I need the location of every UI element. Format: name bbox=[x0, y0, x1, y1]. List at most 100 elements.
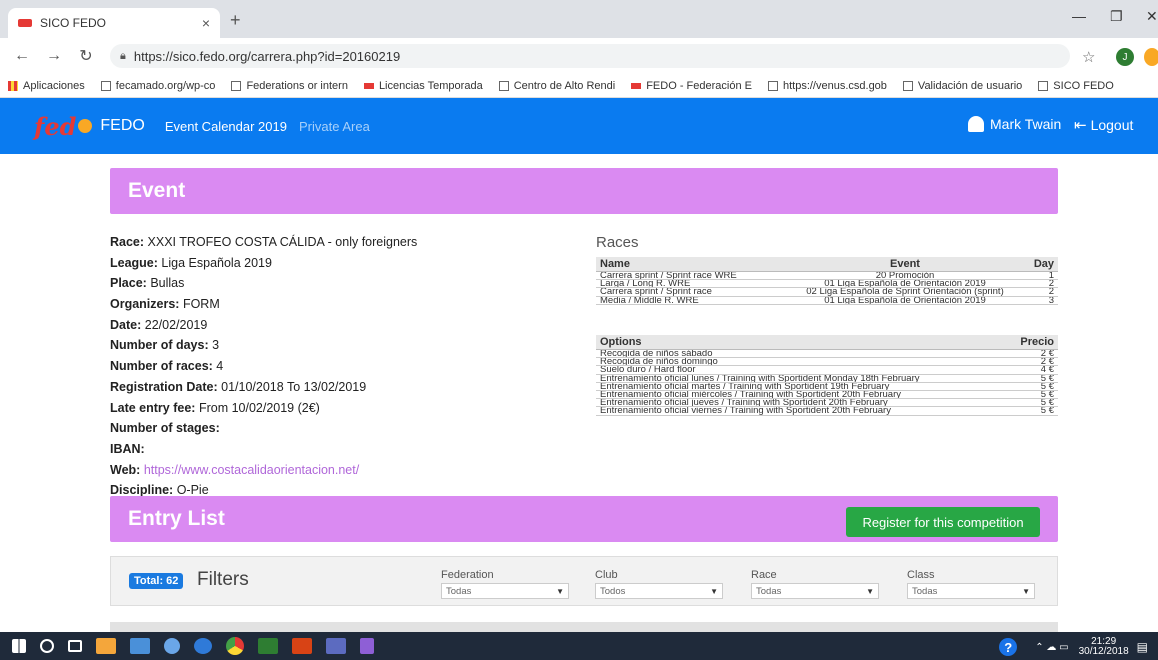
detail-value: 01/10/2018 To 13/02/2019 bbox=[221, 379, 367, 394]
register-button[interactable]: Register for this competition bbox=[846, 507, 1040, 537]
filters-bar: Total: 62 Filters Federation Todas ▼ Club… bbox=[110, 556, 1058, 606]
powerpoint-icon[interactable] bbox=[292, 638, 312, 654]
brand-link[interactable]: FEDO bbox=[100, 117, 144, 135]
detail-value: 3 bbox=[212, 338, 220, 353]
detail-row: Web: https://www.costacalidaorientacion.… bbox=[110, 462, 360, 477]
bookmark-item[interactable]: SICO FEDO bbox=[1030, 80, 1122, 92]
page-icon bbox=[767, 80, 778, 91]
filter-federation: Federation Todas ▼ bbox=[441, 569, 569, 599]
class-select[interactable]: Todas ▼ bbox=[907, 583, 1035, 599]
clock[interactable]: 21:29 30/12/2018 bbox=[1079, 637, 1129, 657]
search-icon[interactable] bbox=[40, 639, 54, 653]
bookmark-item[interactable]: Centro de Alto Rendi bbox=[491, 80, 624, 92]
tray-icons[interactable]: ⌃ ☁ ▭ bbox=[1035, 642, 1068, 653]
logout-link[interactable]: ⇤ Logout bbox=[1074, 116, 1133, 134]
detail-value: Liga Española 2019 bbox=[161, 255, 272, 270]
bookmark-apps[interactable]: Aplicaciones bbox=[0, 80, 93, 92]
bookmark-item[interactable]: https://venus.csd.gob bbox=[760, 80, 895, 92]
close-tab-icon[interactable]: × bbox=[202, 15, 210, 31]
store-icon[interactable] bbox=[130, 638, 150, 654]
notifications-icon[interactable]: ▤ bbox=[1137, 640, 1148, 654]
bookmark-item[interactable]: Federations or intern bbox=[223, 80, 356, 92]
bookmark-item[interactable]: Validación de usuario bbox=[895, 80, 1030, 92]
excel-icon[interactable] bbox=[258, 638, 278, 654]
address-bar[interactable]: 🔒︎ https://sico.fedo.org/carrera.php?id=… bbox=[110, 44, 1070, 68]
system-tray: ? ⌃ ☁ ▭ 21:29 30/12/2018 ▤ bbox=[999, 637, 1148, 657]
fedo-logo[interactable]: fed bbox=[34, 112, 93, 141]
apps-grid-icon bbox=[8, 80, 18, 91]
new-tab-icon[interactable]: + bbox=[230, 10, 241, 31]
chrome-icon[interactable] bbox=[226, 637, 244, 655]
bookmark-item[interactable]: FEDO - Federación E bbox=[623, 80, 760, 92]
detail-row: Registration Date: 01/10/2018 To 13/02/2… bbox=[110, 379, 367, 394]
file-explorer-icon[interactable] bbox=[96, 638, 116, 654]
back-icon[interactable]: ← bbox=[12, 47, 32, 65]
fedo-icon bbox=[631, 82, 642, 89]
races-title: Races bbox=[596, 234, 639, 251]
url-text: https://sico.fedo.org/carrera.php?id=201… bbox=[133, 48, 401, 64]
entry-table-header bbox=[110, 622, 1058, 632]
site-header: fed FEDO Event Calendar 2019 Private Are… bbox=[0, 98, 1158, 154]
table-row: Suelo duro / Hard floor 4 € bbox=[596, 366, 1058, 375]
bookmark-star-icon[interactable]: ☆ bbox=[1082, 48, 1095, 66]
fedo-favicon-icon bbox=[18, 19, 32, 27]
help-icon[interactable]: ? bbox=[999, 638, 1018, 656]
browser-tab[interactable]: SICO FEDO × bbox=[8, 8, 220, 38]
windows-taskbar: ? ⌃ ☁ ▭ 21:29 30/12/2018 ▤ bbox=[0, 632, 1158, 660]
bookmarks-bar: Aplicaciones fecamado.org/wp-co Federati… bbox=[0, 74, 1158, 98]
minimize-icon[interactable]: — bbox=[1072, 8, 1086, 24]
profile-avatar[interactable]: J bbox=[1116, 48, 1134, 66]
table-row: Media / Middle R. WRE 01 Liga Española de… bbox=[596, 297, 1058, 305]
logout-icon: ⇤ bbox=[1074, 117, 1087, 134]
races-table-header: Name Event Day bbox=[596, 257, 1058, 272]
bookmark-item[interactable]: Licencias Temporada bbox=[356, 80, 491, 92]
logo-dot-icon bbox=[78, 119, 93, 133]
detail-row: Number of days: 3 bbox=[110, 338, 220, 353]
bookmark-item[interactable]: fecamado.org/wp-co bbox=[93, 80, 224, 92]
filter-race: Race Todas ▼ bbox=[751, 569, 879, 599]
lock-icon: 🔒︎ bbox=[120, 49, 126, 62]
page-icon bbox=[1038, 80, 1049, 91]
races-table: Name Event Day Carrera sprint / Sprint race… bbox=[596, 257, 1058, 305]
club-select[interactable]: Todos ▼ bbox=[595, 583, 723, 599]
detail-row: Organizers: FORM bbox=[110, 297, 220, 312]
fedo-icon bbox=[363, 82, 374, 89]
race-select[interactable]: Todas ▼ bbox=[751, 583, 879, 599]
federation-select[interactable]: Todas ▼ bbox=[441, 583, 569, 599]
app-icon[interactable] bbox=[164, 638, 180, 654]
web-link[interactable]: https://www.costacalidaorientacion.net/ bbox=[144, 463, 359, 477]
forward-icon[interactable]: → bbox=[44, 47, 64, 65]
entry-list-title: Entry List bbox=[128, 507, 225, 530]
nav-private-area[interactable]: Private Area bbox=[299, 119, 370, 134]
detail-row: League: Liga Española 2019 bbox=[110, 255, 272, 270]
edge-icon[interactable] bbox=[194, 638, 212, 654]
app-icon[interactable] bbox=[326, 638, 346, 654]
detail-row: Late entry fee: From 10/02/2019 (2€) bbox=[110, 400, 320, 415]
chevron-down-icon: ▼ bbox=[710, 586, 718, 596]
detail-value: FORM bbox=[182, 297, 220, 312]
table-row: Recogida de niños domingo 2 € bbox=[596, 358, 1058, 367]
detail-row: Number of races: 4 bbox=[110, 359, 224, 374]
table-row: Entrenamiento oficial miércoles / Traini… bbox=[596, 391, 1058, 400]
event-title: Event bbox=[128, 179, 186, 202]
nav-event-calendar[interactable]: Event Calendar 2019 bbox=[165, 119, 287, 134]
windows-start-icon[interactable] bbox=[12, 639, 26, 653]
page-icon bbox=[498, 80, 509, 91]
app-icon[interactable] bbox=[360, 638, 374, 654]
filters-title: Filters bbox=[197, 569, 249, 590]
table-row: Entrenamiento oficial viernes / Training… bbox=[596, 407, 1058, 416]
filter-class: Class Todas ▼ bbox=[907, 569, 1035, 599]
reload-icon[interactable]: ↻ bbox=[76, 46, 96, 66]
close-window-icon[interactable]: ✕ bbox=[1146, 8, 1158, 25]
detail-value: 22/02/2019 bbox=[144, 317, 208, 332]
extension-icon[interactable] bbox=[1144, 48, 1158, 66]
detail-value: From 10/02/2019 (2€) bbox=[198, 400, 320, 415]
task-view-icon[interactable] bbox=[68, 640, 82, 652]
detail-row: Date: 22/02/2019 bbox=[110, 317, 208, 332]
maximize-icon[interactable]: ❐ bbox=[1110, 8, 1123, 25]
detail-row: Place: Bullas bbox=[110, 276, 185, 291]
detail-row: Number of stages: bbox=[110, 421, 220, 436]
table-row: Entrenamiento oficial jueves / Training … bbox=[596, 399, 1058, 408]
user-menu[interactable]: Mark Twain bbox=[968, 116, 1061, 132]
event-details: Race: XXXI TROFEO COSTA CÁLIDA - only fo… bbox=[110, 232, 550, 501]
